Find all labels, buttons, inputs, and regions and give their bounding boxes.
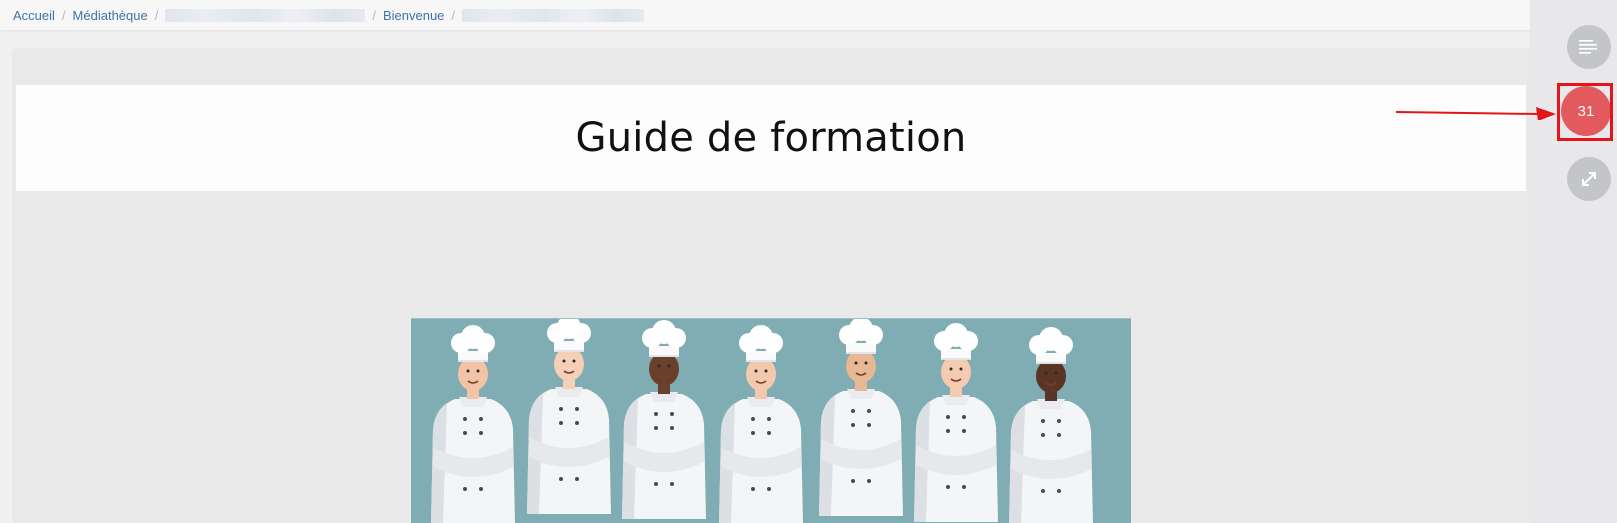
breadcrumb-separator: / bbox=[154, 7, 159, 23]
breadcrumb-welcome[interactable]: Bienvenue bbox=[383, 8, 444, 23]
chef-team-image bbox=[411, 318, 1131, 523]
page-title: Guide de formation bbox=[575, 115, 967, 161]
list-icon bbox=[1579, 40, 1597, 54]
breadcrumb-media-library[interactable]: Médiathèque bbox=[73, 8, 148, 23]
document-viewer: Guide de formation bbox=[13, 49, 1530, 523]
right-toolbar: 31 bbox=[1530, 0, 1617, 523]
breadcrumb-redacted-item[interactable] bbox=[165, 8, 366, 22]
expand-icon bbox=[1582, 172, 1596, 186]
breadcrumb-separator: / bbox=[372, 7, 376, 23]
breadcrumb-redacted-current bbox=[462, 8, 645, 22]
breadcrumb-home[interactable]: Accueil bbox=[13, 8, 55, 23]
annotation-arrow-icon bbox=[1395, 107, 1556, 120]
table-of-contents-button[interactable] bbox=[1567, 25, 1611, 69]
breadcrumb-separator: / bbox=[451, 7, 456, 23]
breadcrumb-separator: / bbox=[61, 7, 66, 23]
breadcrumb: Accueil / Médiathèque / / Bienvenue / bbox=[0, 0, 1543, 30]
annotation-highlight-box bbox=[1557, 83, 1613, 141]
title-banner: Guide de formation bbox=[16, 85, 1526, 191]
fullscreen-button[interactable] bbox=[1567, 157, 1611, 201]
chef-illustration bbox=[430, 319, 1094, 523]
